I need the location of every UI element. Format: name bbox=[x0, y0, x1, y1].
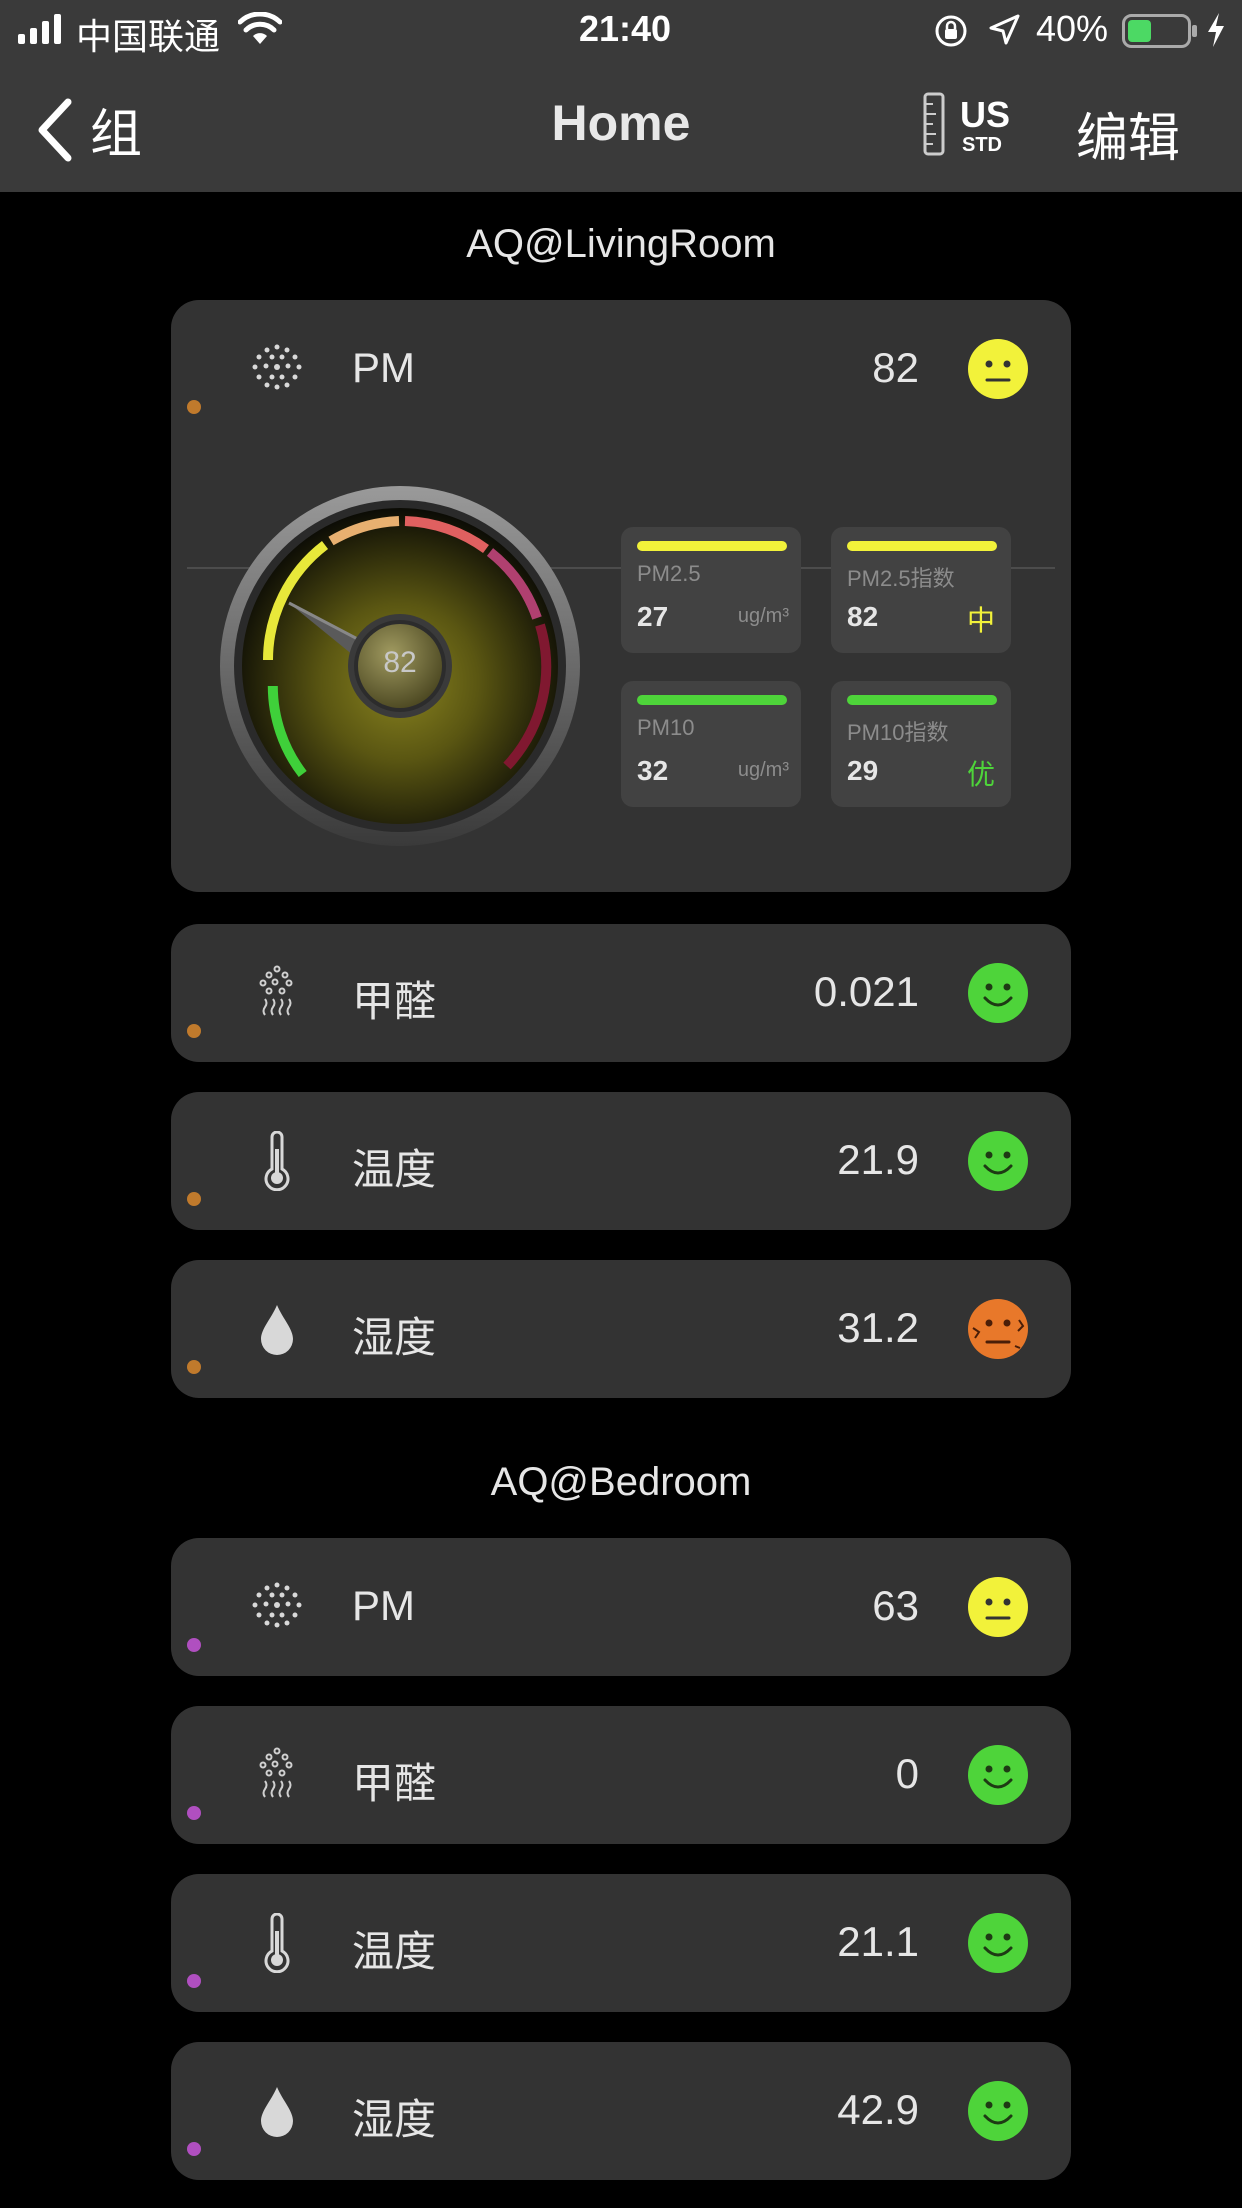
battery-percent: 40% bbox=[1036, 8, 1109, 49]
thermometer-icon bbox=[264, 1131, 290, 1191]
tile-value: 27 bbox=[637, 601, 669, 632]
location-arrow-icon bbox=[989, 14, 1020, 45]
battery-icon bbox=[1122, 14, 1197, 48]
happy-face-icon bbox=[968, 963, 1028, 1023]
humidity-row[interactable]: 湿度 31.2 bbox=[171, 1260, 1071, 1398]
level-bar bbox=[847, 541, 997, 551]
list-item[interactable]: 温度 21.9 bbox=[171, 1092, 1071, 1230]
status-dot bbox=[187, 400, 201, 414]
group-title-livingroom: AQ@LivingRoom bbox=[466, 222, 776, 266]
metric-label: 甲醛 bbox=[352, 978, 437, 1025]
status-bar: 中国联通 21:40 40% bbox=[0, 0, 1242, 62]
unit-badge-top: US bbox=[960, 94, 1011, 135]
status-dot bbox=[187, 2142, 201, 2156]
metric-label: 温度 bbox=[352, 1146, 437, 1193]
pm10-index-tile[interactable]: PM10指数 29 优 bbox=[831, 681, 1011, 807]
neutral-face-icon bbox=[968, 1577, 1028, 1637]
list-item[interactable]: 湿度 31.2 bbox=[171, 1260, 1071, 1398]
tile-name: PM10指数 bbox=[847, 720, 949, 745]
metric-value: 21.9 bbox=[837, 1136, 919, 1183]
water-drop-icon bbox=[261, 1305, 293, 1355]
status-dot bbox=[187, 1360, 201, 1374]
ruler-icon bbox=[923, 92, 945, 156]
water-drop-icon bbox=[261, 2087, 293, 2137]
particles-icon bbox=[252, 1582, 302, 1628]
list-item[interactable]: 湿度 42.9 bbox=[171, 2042, 1071, 2180]
unit-standard-button[interactable]: US STD bbox=[922, 92, 1012, 156]
temperature-row[interactable]: 温度 21.9 bbox=[171, 1092, 1071, 1230]
edit-button[interactable]: 编辑 bbox=[1076, 96, 1180, 171]
level-bar bbox=[637, 541, 787, 551]
list-item[interactable]: 温度 21.1 bbox=[171, 1874, 1071, 2012]
status-dot bbox=[187, 1974, 201, 1988]
temperature-row-bedroom[interactable]: 温度 21.1 bbox=[171, 1874, 1071, 2012]
level-bar bbox=[637, 695, 787, 705]
metric-label: 甲醛 bbox=[352, 1760, 437, 1807]
thermometer-icon bbox=[264, 1913, 290, 1973]
metric-value: 31.2 bbox=[837, 1304, 919, 1351]
metric-value: 0 bbox=[895, 1750, 919, 1797]
pm10-tile[interactable]: PM10 32 ug/m³ bbox=[621, 681, 801, 807]
metric-value: 63 bbox=[872, 1582, 919, 1629]
metric-label: PM bbox=[352, 344, 415, 391]
status-dot bbox=[187, 1192, 201, 1206]
metric-value: 21.1 bbox=[837, 1918, 919, 1965]
tile-value: 29 bbox=[847, 755, 879, 786]
pm25-index-tile[interactable]: PM2.5指数 82 中 bbox=[831, 527, 1011, 653]
tile-level: 中 bbox=[966, 605, 995, 636]
tile-name: PM2.5指数 bbox=[847, 566, 955, 591]
dry-face-icon bbox=[968, 1299, 1028, 1359]
tile-value: 82 bbox=[847, 601, 879, 632]
happy-face-icon bbox=[968, 2081, 1028, 2141]
pm25-tile[interactable]: PM2.5 27 ug/m³ bbox=[621, 527, 801, 653]
tile-value: 32 bbox=[637, 755, 669, 786]
page-title: Home bbox=[551, 95, 691, 151]
list-item[interactable]: 甲醛 0.021 bbox=[171, 924, 1071, 1062]
charging-bolt-icon bbox=[1208, 13, 1224, 47]
tile-unit: ug/m³ bbox=[737, 759, 789, 781]
tile-level: 优 bbox=[966, 759, 995, 790]
happy-face-icon bbox=[968, 1913, 1028, 1973]
list-item[interactable]: 甲醛 0 bbox=[171, 1706, 1071, 1844]
level-bar bbox=[847, 695, 997, 705]
status-dot bbox=[187, 1024, 201, 1038]
pm-row[interactable]: PM 82 bbox=[171, 300, 1071, 438]
tile-name: PM2.5 bbox=[637, 561, 701, 586]
top-bar: 中国联通 21:40 40% 组 Home US STD 编辑 bbox=[0, 0, 1242, 192]
metric-label: 湿度 bbox=[352, 1314, 437, 1361]
rotation-lock-icon bbox=[935, 15, 967, 47]
formaldehyde-icon bbox=[259, 965, 293, 1016]
happy-face-icon bbox=[968, 1745, 1028, 1805]
metric-label: PM bbox=[352, 1582, 415, 1629]
metric-value: 0.021 bbox=[813, 968, 919, 1015]
neutral-face-icon bbox=[968, 339, 1028, 399]
tile-unit: ug/m³ bbox=[737, 605, 789, 627]
formaldehyde-icon bbox=[259, 1747, 293, 1798]
formaldehyde-row[interactable]: 甲醛 0.021 bbox=[171, 924, 1071, 1062]
pm-detail-card[interactable]: PM 82 82 PM2.5 27 ug/m³ PM2.5指数 82 中 PM1… bbox=[171, 300, 1071, 892]
gauge-value: 82 bbox=[383, 646, 417, 679]
metric-value: 82 bbox=[872, 344, 919, 391]
metric-label: 温度 bbox=[352, 1928, 437, 1975]
happy-face-icon bbox=[968, 1131, 1028, 1191]
unit-badge-bottom: STD bbox=[962, 134, 1002, 156]
formaldehyde-row-bedroom[interactable]: 甲醛 0 bbox=[171, 1706, 1071, 1844]
metric-value: 42.9 bbox=[837, 2086, 919, 2133]
app-screen: 中国联通 21:40 40% 组 Home US STD 编辑 AQ@Livin… bbox=[0, 0, 1242, 2208]
tile-name: PM10 bbox=[637, 715, 695, 740]
list-item[interactable]: PM 63 bbox=[171, 1538, 1071, 1676]
pm-row-bedroom[interactable]: PM 63 bbox=[171, 1538, 1071, 1676]
status-dot bbox=[187, 1806, 201, 1820]
humidity-row-bedroom[interactable]: 湿度 42.9 bbox=[171, 2042, 1071, 2180]
metric-label: 湿度 bbox=[352, 2096, 437, 2143]
particles-icon bbox=[252, 344, 302, 390]
group-title-bedroom: AQ@Bedroom bbox=[490, 1460, 752, 1504]
status-dot bbox=[187, 1638, 201, 1652]
